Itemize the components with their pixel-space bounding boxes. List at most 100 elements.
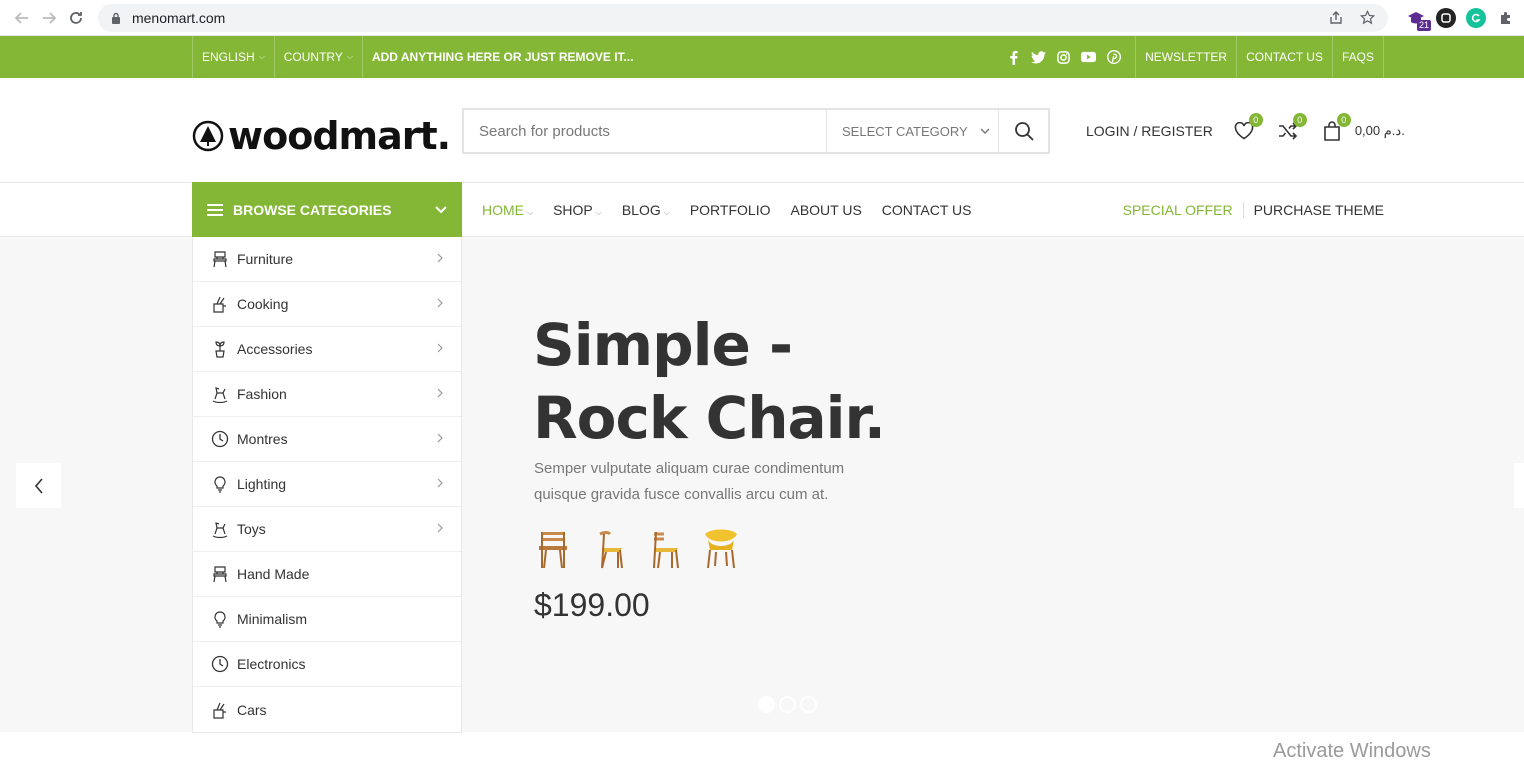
slide-description: Semper vulputate aliquam curae condiment… [534,460,845,503]
nav-about-us-label: ABOUT US [790,202,862,218]
chevron-down-icon: ⌵ [663,208,670,217]
chevron-right-icon [437,522,443,536]
category-item-fashion[interactable]: Fashion [193,372,461,417]
category-item-furniture[interactable]: Furniture [193,237,461,282]
category-item-lighting[interactable]: Lighting [193,462,461,507]
special-offer-link[interactable]: SPECIAL OFFER [1123,202,1244,218]
nav-home-label: HOME [482,202,524,218]
grammarly-icon[interactable] [1465,7,1486,28]
main-navigation: BROWSE CATEGORIES HOME ⌵ SHOP ⌵ BLOG ⌵ PORT… [0,182,1524,237]
category-label: Furniture [237,251,294,267]
contact-us-link[interactable]: CONTACT US [1237,36,1333,78]
windows-activation-watermark: Activate Windows [1273,740,1431,762]
rocking-horse-icon [211,385,229,403]
browse-categories-button[interactable]: BROWSE CATEGORIES [192,182,462,237]
twitter-icon[interactable] [1031,50,1047,65]
faqs-link[interactable]: FAQS [1333,36,1384,78]
chevron-right-icon [437,387,443,401]
category-item-montres[interactable]: Montres [193,417,461,462]
chair-variant-4-image[interactable] [702,526,740,570]
puzzle-icon[interactable] [1496,8,1516,28]
language-selector[interactable]: ENGLISH ⌵ [193,36,275,78]
category-item-minimalism[interactable]: Minimalism [193,597,461,642]
address-bar[interactable]: menomart.com [97,3,1388,32]
facebook-icon[interactable] [1006,50,1021,65]
newsletter-link[interactable]: NEWSLETTER [1136,36,1238,78]
slide-title: Simple - Rock Chair. [533,309,886,455]
instagram-icon[interactable] [1056,50,1071,65]
top-bar: ENGLISH ⌵ COUNTRY ⌵ ADD ANYTHING HERE OR J… [0,36,1524,78]
nav-shop-label: SHOP [553,202,593,218]
category-label: Fashion [237,386,287,402]
compare-button[interactable]: 0 [1277,113,1307,142]
category-item-electronics[interactable]: Electronics [193,642,461,687]
lock-icon [111,12,120,24]
wishlist-count: 0 [1248,113,1263,127]
nav-blog[interactable]: BLOG ⌵ [622,202,670,218]
logo-tree-icon [192,120,224,152]
nav-shop[interactable]: SHOP ⌵ [553,202,602,218]
category-label: Accessories [237,341,313,357]
chevron-down-icon: ⌵ [595,208,602,217]
chair-variant-1-image[interactable] [534,526,572,570]
chevron-right-icon [437,432,443,446]
clock-icon [211,655,229,673]
bulb-icon [211,475,229,493]
purchase-theme-link[interactable]: PURCHASE THEME [1244,202,1384,218]
nav-portfolio[interactable]: PORTFOLIO [690,202,771,218]
chevron-right-icon [437,252,443,266]
star-icon[interactable] [1360,10,1376,26]
forward-icon[interactable] [35,4,62,32]
nav-about-us[interactable]: ABOUT US [790,202,861,218]
category-label: Minimalism [237,611,307,627]
category-item-accessories[interactable]: Accessories [193,327,461,372]
slider-prev-button[interactable] [16,463,61,508]
search-icon [1014,122,1034,141]
site-logo[interactable]: woodmart. [192,114,451,158]
search-input[interactable] [464,110,826,152]
share-icon[interactable] [1328,10,1344,26]
category-item-cooking[interactable]: Cooking [193,282,461,327]
wishlist-button[interactable]: 0 [1233,113,1263,142]
bulb-icon [211,610,229,628]
chair-variant-3-image[interactable] [646,526,684,570]
hero-slider: Furniture Cooking Accessories Fashion Montre… [0,237,1524,733]
hamburger-icon [207,203,223,216]
category-select[interactable]: SELECT CATEGORY [826,110,998,152]
slider-next-button[interactable] [1514,463,1524,508]
loop-extension-icon[interactable] [1435,7,1456,28]
category-item-cars[interactable]: Cars [193,687,461,732]
chair-icon [211,250,229,268]
rocking-horse-icon [211,520,229,538]
cart-button[interactable]: 0 [1321,113,1351,142]
slider-dot-3[interactable] [800,696,817,713]
nav-contact-us-label: CONTACT US [881,202,972,218]
back-icon[interactable] [8,4,35,32]
login-register-link[interactable]: LOGIN / REGISTER [1086,123,1213,139]
cart-count: 0 [1336,113,1351,127]
search-button[interactable] [998,110,1048,152]
browser-toolbar: menomart.com 21 [0,0,1524,36]
category-label: Electronics [237,656,306,672]
graduation-cap-icon[interactable]: 21 [1406,8,1431,31]
nav-home[interactable]: HOME ⌵ [482,202,533,218]
language-label: ENGLISH [202,50,255,64]
product-variants [534,526,740,570]
compare-count: 0 [1292,113,1307,127]
cooking-icon [211,295,229,313]
nav-contact-us[interactable]: CONTACT US [882,202,972,218]
chevron-left-icon [34,477,43,494]
slider-dot-1[interactable] [758,696,775,713]
slide-price: $199.00 [534,587,650,623]
category-item-toys[interactable]: Toys [193,507,461,552]
country-selector[interactable]: COUNTRY ⌵ [275,36,363,78]
reload-icon[interactable] [63,4,90,32]
cart-total[interactable]: 0,00 د.م. [1355,123,1405,139]
slider-dot-2[interactable] [779,696,796,713]
chair-variant-2-image[interactable] [590,526,628,570]
pinterest-icon[interactable] [1106,50,1121,65]
extension-badge: 21 [1416,19,1431,31]
youtube-icon[interactable] [1081,50,1097,65]
category-item-hand-made[interactable]: Hand Made [193,552,461,597]
url-text: menomart.com [131,9,226,26]
